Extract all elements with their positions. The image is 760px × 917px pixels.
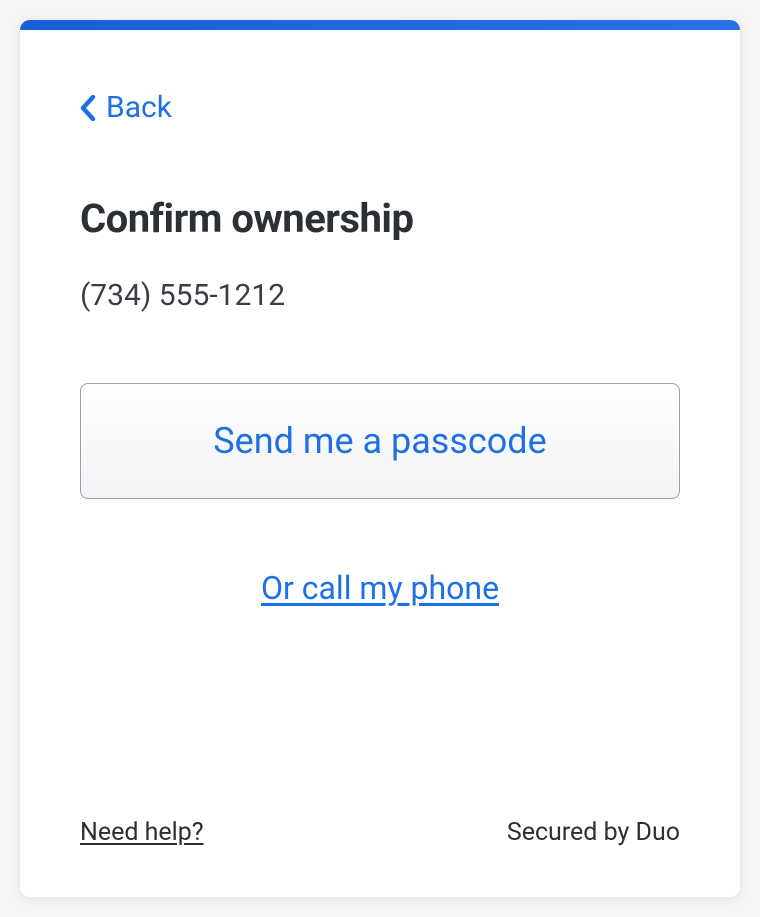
secured-by-label: Secured by Duo — [507, 818, 680, 847]
accent-bar — [20, 20, 740, 30]
chevron-left-icon — [80, 95, 96, 121]
back-link[interactable]: Back — [80, 90, 172, 125]
card-footer: Need help? Secured by Duo — [20, 818, 740, 897]
auth-card: Back Confirm ownership (734) 555-1212 Se… — [20, 20, 740, 897]
send-passcode-button[interactable]: Send me a passcode — [80, 383, 680, 499]
card-content: Back Confirm ownership (734) 555-1212 Se… — [20, 30, 740, 818]
need-help-link[interactable]: Need help? — [80, 818, 204, 847]
phone-number-display: (734) 555-1212 — [80, 278, 680, 313]
call-phone-link[interactable]: Or call my phone — [261, 569, 499, 607]
page-title: Confirm ownership — [80, 195, 680, 242]
back-label: Back — [106, 90, 172, 125]
